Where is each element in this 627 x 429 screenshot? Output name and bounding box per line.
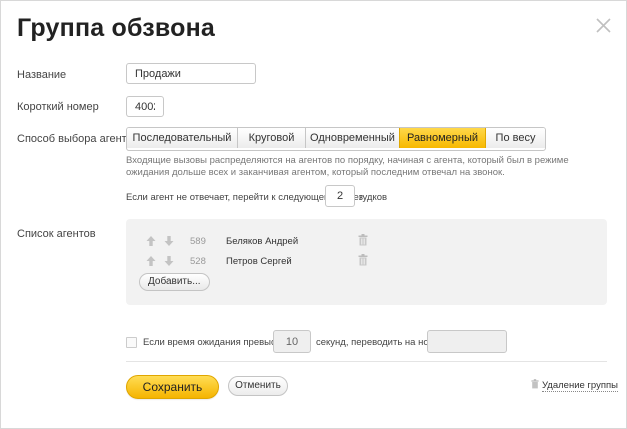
agent-name: Петров Сергей [226,256,292,267]
arrow-up-icon[interactable] [146,235,156,247]
trash-icon[interactable] [358,234,368,246]
method-option-round-robin[interactable]: Круговой [237,128,305,148]
short-number-input[interactable] [126,96,164,117]
call-group-dialog: Группа обзвона Название Короткий номер С… [0,0,627,429]
name-input[interactable] [126,63,256,84]
wait-seconds-input[interactable] [273,330,311,353]
delete-group-label: Удаление группы [542,380,618,392]
method-label: Способ выбора агентов [17,133,139,145]
method-description: Входящие вызовы распределяются на агенто… [126,155,569,178]
save-button[interactable]: Сохранить [126,375,219,399]
agent-number: 589 [190,236,206,247]
trash-icon[interactable] [358,254,368,266]
arrow-down-icon[interactable] [164,235,174,247]
cancel-button[interactable]: Отменить [228,376,288,396]
no-answer-rings-input[interactable] [325,185,355,207]
dialog-title: Группа обзвона [17,14,216,42]
agents-panel: 589 Беляков Андрей 528 Петров Сергей Доб… [126,219,607,305]
no-answer-suffix: гудков [359,192,388,203]
agents-label: Список агентов [17,228,96,240]
agent-row: 528 Петров Сергей [126,253,607,269]
method-option-uniform[interactable]: Равномерный [399,128,485,148]
arrow-up-icon[interactable] [146,255,156,267]
delete-group-link[interactable]: Удаление группы [531,379,618,392]
method-option-sequential[interactable]: Последовательный [127,128,237,148]
name-label: Название [17,69,67,81]
add-agent-button[interactable]: Добавить... [139,273,210,291]
agent-row: 589 Беляков Андрей [126,233,607,249]
wait-timeout-checkbox[interactable] [126,337,137,348]
close-icon[interactable] [595,17,612,34]
trash-icon [531,379,539,389]
method-selector: Последовательный Круговой Одновременный … [126,127,546,151]
agent-name: Беляков Андрей [226,236,299,247]
forward-number-input[interactable] [427,330,507,353]
method-option-weighted[interactable]: По весу [485,128,545,148]
wait-prefix: Если время ожидания превысило [143,337,292,348]
divider [126,361,607,362]
short-number-label: Короткий номер [17,101,99,113]
agent-number: 528 [190,256,206,267]
arrow-down-icon[interactable] [164,255,174,267]
method-option-simultaneous[interactable]: Одновременный [305,128,399,148]
